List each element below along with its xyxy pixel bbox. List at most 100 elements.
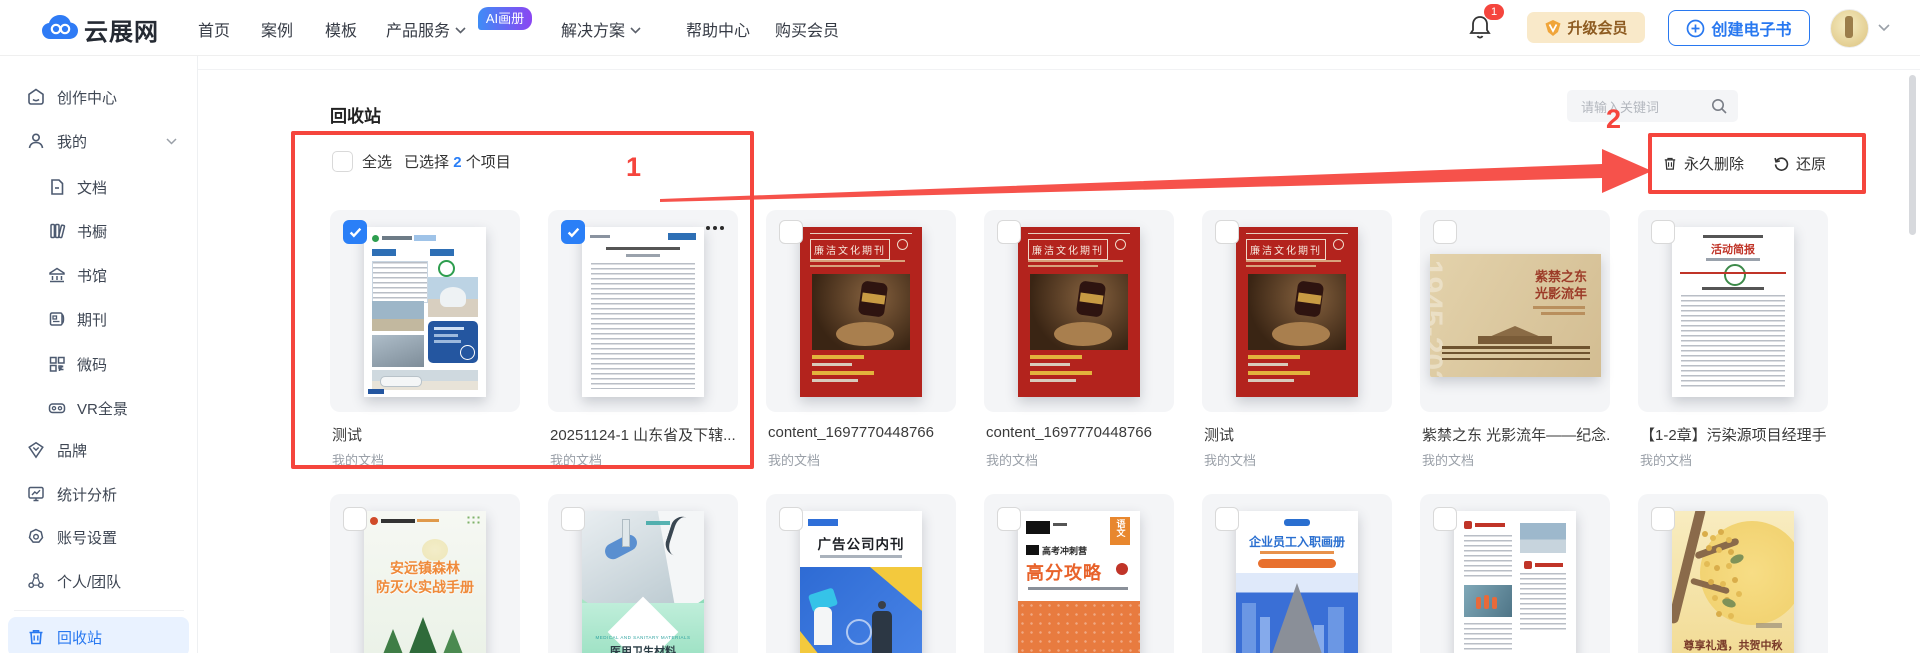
ad-illustration — [800, 567, 922, 653]
mag-yellow-line — [1030, 355, 1082, 359]
moon-title: 尊享礼遇，共贺中秋 — [1672, 637, 1794, 653]
create-ebook-button[interactable]: 创建电子书 — [1668, 10, 1810, 46]
vip-shield-icon — [1544, 19, 1562, 37]
card-checkbox[interactable] — [561, 220, 585, 244]
sidebar-item-mine[interactable]: 我的 — [0, 127, 197, 155]
card-checkbox[interactable] — [1433, 507, 1457, 531]
doc-logo — [668, 233, 696, 240]
red-seal — [1116, 563, 1128, 575]
card-subtitle: 我的文档 — [550, 450, 602, 469]
medical-title: 医用卫生材料 — [582, 643, 704, 653]
nav-help[interactable]: 帮助中心 — [686, 17, 750, 41]
card-checkbox[interactable] — [779, 507, 803, 531]
mag-subline — [1246, 265, 1316, 267]
palace-subline — [1533, 306, 1585, 309]
card-checkbox[interactable] — [343, 220, 367, 244]
nl-photo-city — [1520, 523, 1566, 553]
exam-camp-text: 高考冲刺营 — [1042, 544, 1087, 557]
card-checkbox[interactable] — [1215, 220, 1239, 244]
mag-white-line — [1030, 379, 1076, 382]
logo-text[interactable]: 云展网 — [84, 12, 159, 47]
nav-home[interactable]: 首页 — [198, 17, 230, 41]
sidebar-item-creation-center[interactable]: 创作中心 — [0, 83, 197, 111]
mag-white-line — [812, 363, 852, 366]
check-icon — [567, 227, 580, 238]
page-title: 回收站 — [330, 102, 381, 127]
nav-products[interactable]: 产品服务 — [386, 17, 466, 41]
permanent-delete-button[interactable]: 永久删除 — [1662, 151, 1744, 175]
cover-brochure — [364, 227, 486, 397]
sidebar-item-recycle-bin[interactable]: 回收站 — [0, 623, 197, 651]
card-subtitle: 我的文档 — [768, 450, 820, 469]
nl-logo — [1464, 521, 1472, 529]
osmanthus-blossoms — [1702, 531, 1708, 537]
panel-line — [434, 340, 461, 343]
sidebar-item-brand[interactable]: 品牌 — [0, 436, 197, 464]
doc-body-text — [591, 263, 695, 389]
forest-tree — [378, 629, 408, 653]
mag-gavel-photo — [1030, 274, 1128, 350]
palace-base-line — [1442, 346, 1590, 349]
create-label: 创建电子书 — [1711, 16, 1791, 40]
sidebar-item-documents[interactable]: 文档 — [0, 173, 197, 201]
nav-cases[interactable]: 案例 — [261, 17, 293, 41]
medical-caps: MEDICAL AND SANITARY MATERIALS — [582, 635, 704, 640]
panel-line — [434, 327, 464, 330]
card-checkbox[interactable] — [1651, 220, 1675, 244]
figure-right — [872, 611, 892, 653]
card-checkbox[interactable] — [561, 507, 585, 531]
chevron-down-icon — [630, 27, 641, 34]
card-checkbox[interactable] — [343, 507, 367, 531]
nav-solutions[interactable]: 解决方案 — [561, 17, 641, 41]
small-logo — [1756, 623, 1782, 628]
restore-button[interactable]: 还原 — [1773, 151, 1826, 175]
card-checkbox[interactable] — [779, 220, 803, 244]
restore-icon — [1773, 155, 1790, 172]
journal-icon — [47, 309, 67, 329]
card-more-menu[interactable] — [706, 223, 728, 233]
search-input[interactable] — [1579, 90, 1703, 124]
sidebar-item-bookshelf[interactable]: 书橱 — [0, 217, 197, 245]
mag-title: 廉洁文化期刊 — [1028, 239, 1108, 260]
sidebar-item-library[interactable]: 书馆 — [0, 261, 197, 289]
content-top-divider — [197, 69, 1920, 70]
card-subtitle: 我的文档 — [332, 450, 384, 469]
cover-photo-tank — [428, 277, 478, 317]
mag-white-line — [812, 379, 858, 382]
notification-count-badge: 1 — [1484, 4, 1504, 20]
person — [1492, 597, 1497, 609]
mag-logo — [897, 239, 908, 250]
upgrade-vip-button[interactable]: 升级会员 — [1527, 12, 1645, 43]
exam-subline — [1028, 587, 1128, 590]
card-checkbox[interactable] — [997, 220, 1021, 244]
sidebar-item-statistics[interactable]: 统计分析 — [0, 480, 197, 508]
scrollbar-thumb[interactable] — [1909, 75, 1916, 235]
forest-tree — [438, 629, 468, 653]
library-icon — [47, 265, 67, 285]
select-all-label[interactable]: 全选 — [362, 151, 392, 173]
card-title: 紫禁之东 光影流年——纪念... — [1422, 424, 1610, 445]
sidebar-item-vr-panorama[interactable]: VR全景 — [0, 394, 197, 422]
sidebar-item-personal-team[interactable]: 个人/团队 — [0, 567, 197, 595]
recycle-bin-page: 云展网 首页 案例 模板 产品服务 AI画册 解决方案 帮助中心 购买会员 1 … — [0, 0, 1920, 653]
nav-buy-vip[interactable]: 购买会员 — [775, 17, 839, 41]
nl-header — [1475, 523, 1505, 527]
report-subhead — [1702, 287, 1764, 290]
report-emblem — [1724, 264, 1746, 286]
syringe — [622, 519, 630, 547]
sidebar-item-microcode[interactable]: 微码 — [0, 350, 197, 378]
search-icon[interactable] — [1710, 97, 1728, 115]
avatar[interactable] — [1830, 9, 1869, 48]
sidebar-item-journal[interactable]: 期刊 — [0, 305, 197, 333]
card-checkbox[interactable] — [1215, 507, 1239, 531]
nav-templates[interactable]: 模板 — [325, 17, 357, 41]
card-checkbox[interactable] — [1651, 507, 1675, 531]
sidebar-item-account-settings[interactable]: 账号设置 — [0, 523, 197, 551]
select-all-checkbox[interactable] — [332, 151, 353, 172]
selected-count: 2 — [453, 154, 461, 171]
card-checkbox[interactable] — [1433, 220, 1457, 244]
ai-album-badge[interactable]: AI画册 — [478, 7, 532, 30]
card-title: content_1697770448766 — [986, 424, 1174, 441]
card-checkbox[interactable] — [997, 507, 1021, 531]
account-chevron-down-icon[interactable] — [1878, 24, 1890, 32]
